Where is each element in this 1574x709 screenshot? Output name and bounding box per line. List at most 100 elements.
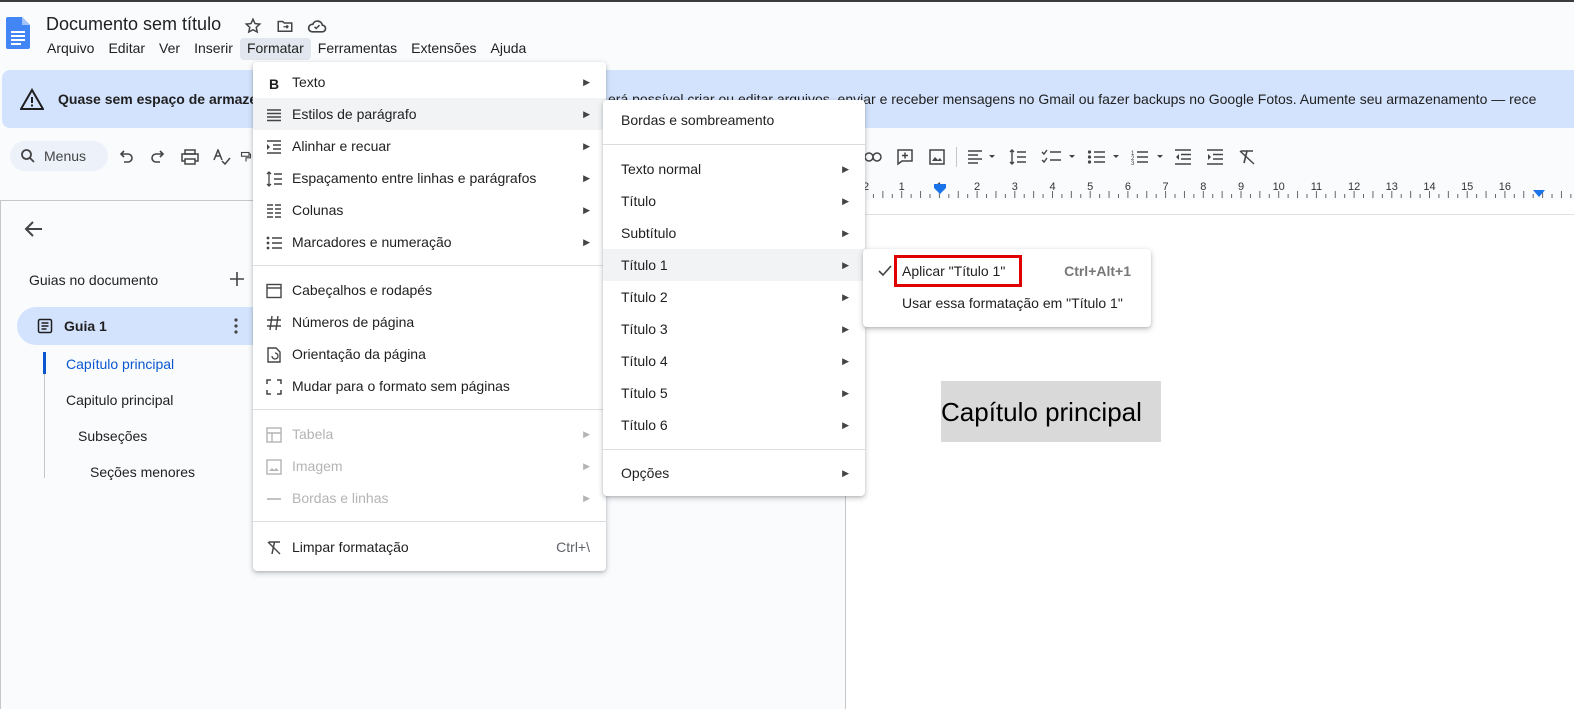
undo-icon[interactable] (116, 147, 136, 167)
submenu-item-texto-normal[interactable]: Texto normal ▶ (603, 153, 865, 185)
right-indent-marker-icon (1533, 190, 1545, 197)
menu-separator (603, 144, 865, 145)
docs-logo-icon[interactable] (6, 17, 30, 49)
add-comment-icon[interactable] (895, 147, 915, 167)
tab-label: Guia 1 (64, 318, 107, 334)
submenu-arrow-icon: ▶ (842, 324, 849, 334)
menu-item-estilos-paragrafo[interactable]: Estilos de parágrafo ▶ (253, 98, 606, 130)
insert-link-icon[interactable] (863, 147, 883, 167)
borders-lines-icon (266, 491, 282, 507)
bullets-icon (266, 235, 282, 251)
heading1-submenu: Aplicar "Título 1" Ctrl+Alt+1 Usar essa … (863, 249, 1151, 327)
menu-item-imagem: Imagem ▶ (253, 450, 606, 482)
ruler-label: 12 (1348, 181, 1360, 193)
line-spacing-toolbar-icon[interactable] (1008, 147, 1028, 167)
page-top-edge (845, 214, 1574, 215)
outline-item-capitulo-principal-2[interactable]: Capitulo principal (66, 392, 173, 408)
submenu-arrow-icon: ▶ (583, 237, 590, 247)
menu-item-marcadores[interactable]: Marcadores e numeração ▶ (253, 226, 606, 258)
menu-editar[interactable]: Editar (101, 38, 152, 60)
menu-item-alinhar[interactable]: Alinhar e recuar ▶ (253, 130, 606, 162)
submenu-item-titulo-3[interactable]: Título 3 ▶ (603, 313, 865, 345)
menu-item-espacamento[interactable]: Espaçamento entre linhas e parágrafos ▶ (253, 162, 606, 194)
tab-guia-1[interactable]: Guia 1 (17, 307, 257, 345)
tabs-heading: Guias no documento (29, 272, 159, 288)
document-title[interactable]: Documento sem título (46, 14, 221, 35)
menu-item-texto[interactable]: B Texto ▶ (253, 66, 606, 98)
align-icon[interactable] (965, 147, 999, 167)
back-arrow-icon[interactable] (22, 217, 46, 241)
apply-shortcut: Ctrl+Alt+1 (1064, 263, 1131, 279)
menu-formatar[interactable]: Formatar (239, 38, 311, 60)
window-top-border (0, 0, 1574, 2)
redo-icon[interactable] (148, 147, 168, 167)
clear-formatting-toolbar-icon[interactable] (1237, 147, 1257, 167)
submenu-item-titulo-2[interactable]: Título 2 ▶ (603, 281, 865, 313)
submenu-item-subtitulo[interactable]: Subtítulo ▶ (603, 217, 865, 249)
ruler-label: 6 (1125, 181, 1131, 193)
outline-item-subsecoes[interactable]: Subseções (78, 428, 147, 444)
add-tab-icon[interactable] (228, 270, 246, 288)
outline-item-capitulo-principal[interactable]: Capítulo principal (66, 356, 174, 372)
ruler-label: 15 (1461, 181, 1473, 193)
menu-item-sem-paginas[interactable]: Mudar para o formato sem páginas (253, 370, 606, 402)
header-footer-icon (266, 283, 282, 299)
ruler-label: 14 (1423, 181, 1435, 193)
table-icon (266, 427, 282, 443)
menu-ajuda[interactable]: Ajuda (484, 38, 534, 60)
decrease-indent-icon[interactable] (1173, 147, 1193, 167)
toolbar-divider (956, 147, 957, 167)
submenu-arrow-icon: ▶ (583, 173, 590, 183)
outline-item-secoes-menores[interactable]: Seções menores (90, 464, 195, 480)
submenu-arrow-icon: ▶ (583, 109, 590, 119)
menu-separator (253, 409, 606, 410)
submenu-arrow-icon: ▶ (583, 77, 590, 87)
submenu-arrow-icon: ▶ (842, 468, 849, 478)
menu-item-numeros-pagina[interactable]: Números de página (253, 306, 606, 338)
menu-ver[interactable]: Ver (152, 38, 187, 60)
submenu-item-opcoes[interactable]: Opções ▶ (603, 457, 865, 489)
menu-item-bordas-linhas: Bordas e linhas ▶ (253, 482, 606, 514)
menu-separator (253, 265, 606, 266)
submenu-item-titulo-4[interactable]: Título 4 ▶ (603, 345, 865, 377)
submenu-item-titulo[interactable]: Título ▶ (603, 185, 865, 217)
checklist-icon[interactable] (1040, 147, 1078, 167)
horizontal-ruler[interactable]: 2112345678910111213141516 (863, 180, 1574, 200)
numbered-list-icon[interactable]: 123 (1130, 147, 1168, 167)
search-menus-input[interactable]: Menus (10, 141, 108, 171)
menu-item-orientacao[interactable]: Orientação da página (253, 338, 606, 370)
menu-inserir[interactable]: Inserir (187, 38, 240, 60)
paint-format-icon[interactable] (240, 147, 252, 167)
menu-item-limpar-formatacao[interactable]: Limpar formatação Ctrl+\ (253, 531, 606, 563)
submenu-item-titulo-6[interactable]: Título 6 ▶ (603, 409, 865, 441)
star-icon[interactable] (242, 15, 264, 37)
menu-ferramentas[interactable]: Ferramentas (311, 38, 404, 60)
hash-icon (266, 315, 282, 331)
increase-indent-icon[interactable] (1205, 147, 1225, 167)
submenu-arrow-icon: ▶ (583, 461, 590, 471)
search-icon (21, 149, 35, 163)
submenu-item-titulo-1[interactable]: Título 1 ▶ (603, 249, 865, 281)
cloud-status-icon[interactable] (306, 15, 328, 37)
move-folder-icon[interactable] (274, 15, 296, 37)
ruler-label: 4 (1049, 181, 1055, 193)
bulleted-list-icon[interactable] (1086, 147, 1124, 167)
menu-extensoes[interactable]: Extensões (404, 38, 483, 60)
selected-heading-text[interactable]: Capítulo principal (941, 381, 1161, 442)
insert-image-icon[interactable] (927, 147, 947, 167)
more-options-icon[interactable] (231, 317, 241, 335)
ruler-label: 3 (1012, 181, 1018, 193)
submenu-item-bordas-sombreamento[interactable]: Bordas e sombreamento (603, 104, 865, 136)
bold-icon: B (266, 75, 282, 92)
menu-item-cabecalhos[interactable]: Cabeçalhos e rodapés (253, 274, 606, 306)
spellcheck-icon[interactable] (212, 147, 232, 167)
submenu-item-titulo-5[interactable]: Título 5 ▶ (603, 377, 865, 409)
checkmark-icon (878, 265, 892, 277)
banner-title: Quase sem espaço de armazenamento (58, 91, 258, 107)
print-icon[interactable] (180, 147, 200, 167)
ruler-label: 1 (899, 181, 905, 193)
menu-arquivo[interactable]: Arquivo (40, 38, 101, 60)
ruler-label: 8 (1200, 181, 1206, 193)
menu-item-colunas[interactable]: Colunas ▶ (253, 194, 606, 226)
update-heading1-item[interactable]: Usar essa formatação em "Título 1" (863, 287, 1151, 319)
